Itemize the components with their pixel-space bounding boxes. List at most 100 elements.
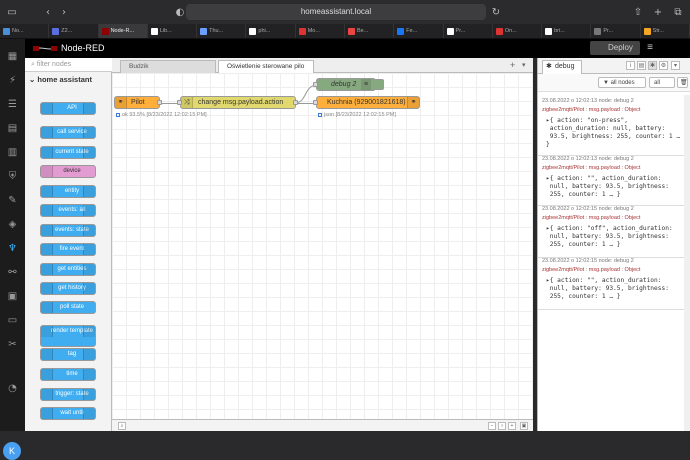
kuchnia-node[interactable]: Kuchnia (929001821618) ⚭ [316, 96, 420, 109]
network-icon[interactable]: ⚯ [7, 267, 18, 278]
debug-scrollbar[interactable] [684, 95, 690, 431]
palette-node-time[interactable]: time [40, 368, 96, 381]
tab-budzik[interactable]: Budzik [120, 60, 216, 73]
debug-toggle-button[interactable] [373, 79, 384, 90]
palette-category[interactable]: ⌄ home assistant [25, 74, 112, 86]
browser-tab[interactable]: Str... [641, 24, 690, 38]
sidebar-toggle-icon[interactable]: ▭ [4, 7, 20, 18]
browser-tab[interactable]: Fe... [394, 24, 444, 38]
debug-node[interactable]: debug 2 ≡ [316, 78, 376, 91]
search-flows-icon[interactable]: ⌕ [118, 422, 126, 430]
zoom-in-icon[interactable]: + [508, 422, 516, 430]
reload-icon[interactable]: ↻ [488, 7, 504, 18]
zoom-out-icon[interactable]: − [488, 422, 496, 430]
pilot-node[interactable]: ⚭ Pilot [114, 96, 160, 109]
dashboard-icon[interactable]: ▦ [7, 51, 18, 62]
energy-icon[interactable]: ⚡ [7, 75, 18, 86]
tab-oswietlenie[interactable]: Oświetlenie sterowane pilo [218, 60, 314, 74]
sidebar-menu-icon[interactable]: ▾ [671, 61, 680, 70]
map-icon[interactable]: ☰ [7, 99, 18, 110]
palette-node-fire-event[interactable]: fire event [40, 243, 96, 256]
browser-tab[interactable]: Lib... [148, 24, 198, 38]
pilot-label: Pilot [131, 99, 145, 106]
palette-node-get-history[interactable]: get history [40, 282, 96, 295]
browser-tab[interactable]: Be... [345, 24, 395, 38]
palette-node-events-all[interactable]: events: all [40, 204, 96, 217]
zoom-reset-icon[interactable]: ○ [498, 422, 506, 430]
deploy-button[interactable]: Deploy [590, 41, 640, 55]
browser-tab[interactable]: Thu... [197, 24, 247, 38]
palette-node-render-template[interactable]: render template [40, 325, 96, 347]
browser-tab-label: On... [504, 28, 517, 34]
clear-select[interactable]: all [649, 77, 675, 88]
wire-pilot-change[interactable] [159, 103, 179, 104]
config-icon[interactable]: ⚙ [659, 61, 668, 70]
tab-list-icon[interactable]: ▾ [522, 61, 526, 69]
media-icon[interactable]: ▣ [7, 291, 18, 302]
address-bar[interactable]: homeassistant.local [186, 4, 486, 20]
debug-message[interactable]: 23.08.2022 o 12:02:15 node: debug 2 zigbe… [538, 258, 690, 310]
tab-overview-icon[interactable]: ⧉ [670, 7, 686, 18]
security-icon[interactable]: ⛨ [7, 171, 18, 182]
clear-debug-button[interactable]: 🗑 [677, 77, 688, 88]
share-icon[interactable]: ⇧ [630, 7, 646, 18]
help-icon[interactable]: ▤ [637, 61, 646, 70]
info-icon[interactable]: i [626, 61, 635, 70]
kuchnia-input-port[interactable] [313, 100, 318, 105]
browser-tab[interactable]: Z2... [49, 24, 99, 38]
add-tab-icon[interactable]: + [510, 60, 515, 70]
browser-tab[interactable]: bri... [542, 24, 592, 38]
palette-node-wait-until[interactable]: wait until [40, 407, 96, 420]
navigator-icon[interactable]: ▣ [520, 422, 528, 430]
palette-node-poll-state[interactable]: poll state [40, 301, 96, 314]
new-tab-icon[interactable]: + [650, 7, 666, 18]
wrench-icon[interactable]: ✎ [7, 195, 18, 206]
logbook-icon[interactable]: ▤ [7, 123, 18, 134]
browser-tab[interactable]: Pr... [444, 24, 493, 38]
node-red-icon[interactable]: ♆ [7, 243, 18, 254]
notifications-icon[interactable]: ◔ [7, 383, 18, 394]
debug-message[interactable]: 23.08.2022 o 12:02:13 node: debug 2 zigbe… [538, 156, 690, 206]
palette-node-tag[interactable]: tag [40, 348, 96, 361]
browser-tab[interactable]: On... [493, 24, 543, 38]
debug-panel-icon[interactable]: ✱ [648, 61, 657, 70]
palette-node-get-entities[interactable]: get entities [40, 263, 96, 276]
favicon-icon [594, 27, 602, 35]
debug-message[interactable]: 23.08.2022 o 12:02:13 node: debug 2 zigbe… [538, 98, 690, 156]
palette-node-trigger-state[interactable]: trigger: state [40, 388, 96, 401]
browser-tab[interactable]: No... [0, 24, 50, 38]
terminal-icon[interactable]: ▭ [7, 315, 18, 326]
palette-node-device[interactable]: device [40, 165, 96, 178]
debug-message[interactable]: 23.08.2022 o 12:02:15 node: debug 2 zigbe… [538, 206, 690, 258]
browser-tab[interactable]: phi... [246, 24, 296, 38]
palette-node-entity[interactable]: entity [40, 185, 96, 198]
palette-node-events-state[interactable]: events: state [40, 224, 96, 237]
node-filter-select[interactable]: ▼ all nodes [598, 77, 646, 88]
flow-canvas[interactable]: ⚭ Pilot ok 93.5% [8/23/2022 12:02:15 PM]… [112, 73, 533, 419]
pilot-output-port[interactable] [157, 100, 162, 105]
menu-icon[interactable]: ≡ [643, 41, 657, 55]
palette-node-icon [41, 389, 53, 400]
change-node[interactable]: ⤨ change msg.payload.action [180, 96, 296, 109]
browser-tab-label: Be... [356, 28, 369, 34]
browser-tab-label: Node-R... [110, 28, 135, 34]
forward-icon[interactable]: › [56, 7, 72, 18]
change-input-port[interactable] [177, 100, 182, 105]
change-output-port[interactable] [293, 100, 298, 105]
palette-node-current-state[interactable]: current state [40, 146, 96, 159]
history-icon[interactable]: ▥ [7, 147, 18, 158]
debug-message-line: 255, counter: 1 … } [546, 241, 621, 248]
palette-node-api[interactable]: API [40, 102, 96, 115]
browser-tab[interactable]: Mo... [296, 24, 345, 38]
browser-tab[interactable]: Pr... [591, 24, 641, 38]
tools-icon[interactable]: ✂ [7, 339, 18, 350]
palette-node-label: events: all [58, 207, 86, 213]
debug-input-port[interactable] [313, 82, 318, 87]
back-icon[interactable]: ‹ [40, 7, 56, 18]
address-text: homeassistant.local [300, 7, 372, 16]
palette-node-call-service[interactable]: call service [40, 126, 96, 139]
zigbee-icon[interactable]: ◈ [7, 219, 18, 230]
avatar[interactable]: K [3, 442, 21, 460]
browser-tab[interactable]: Node-R... [98, 24, 148, 38]
filter-nodes-input[interactable]: ⌕ filter nodes [25, 58, 112, 72]
